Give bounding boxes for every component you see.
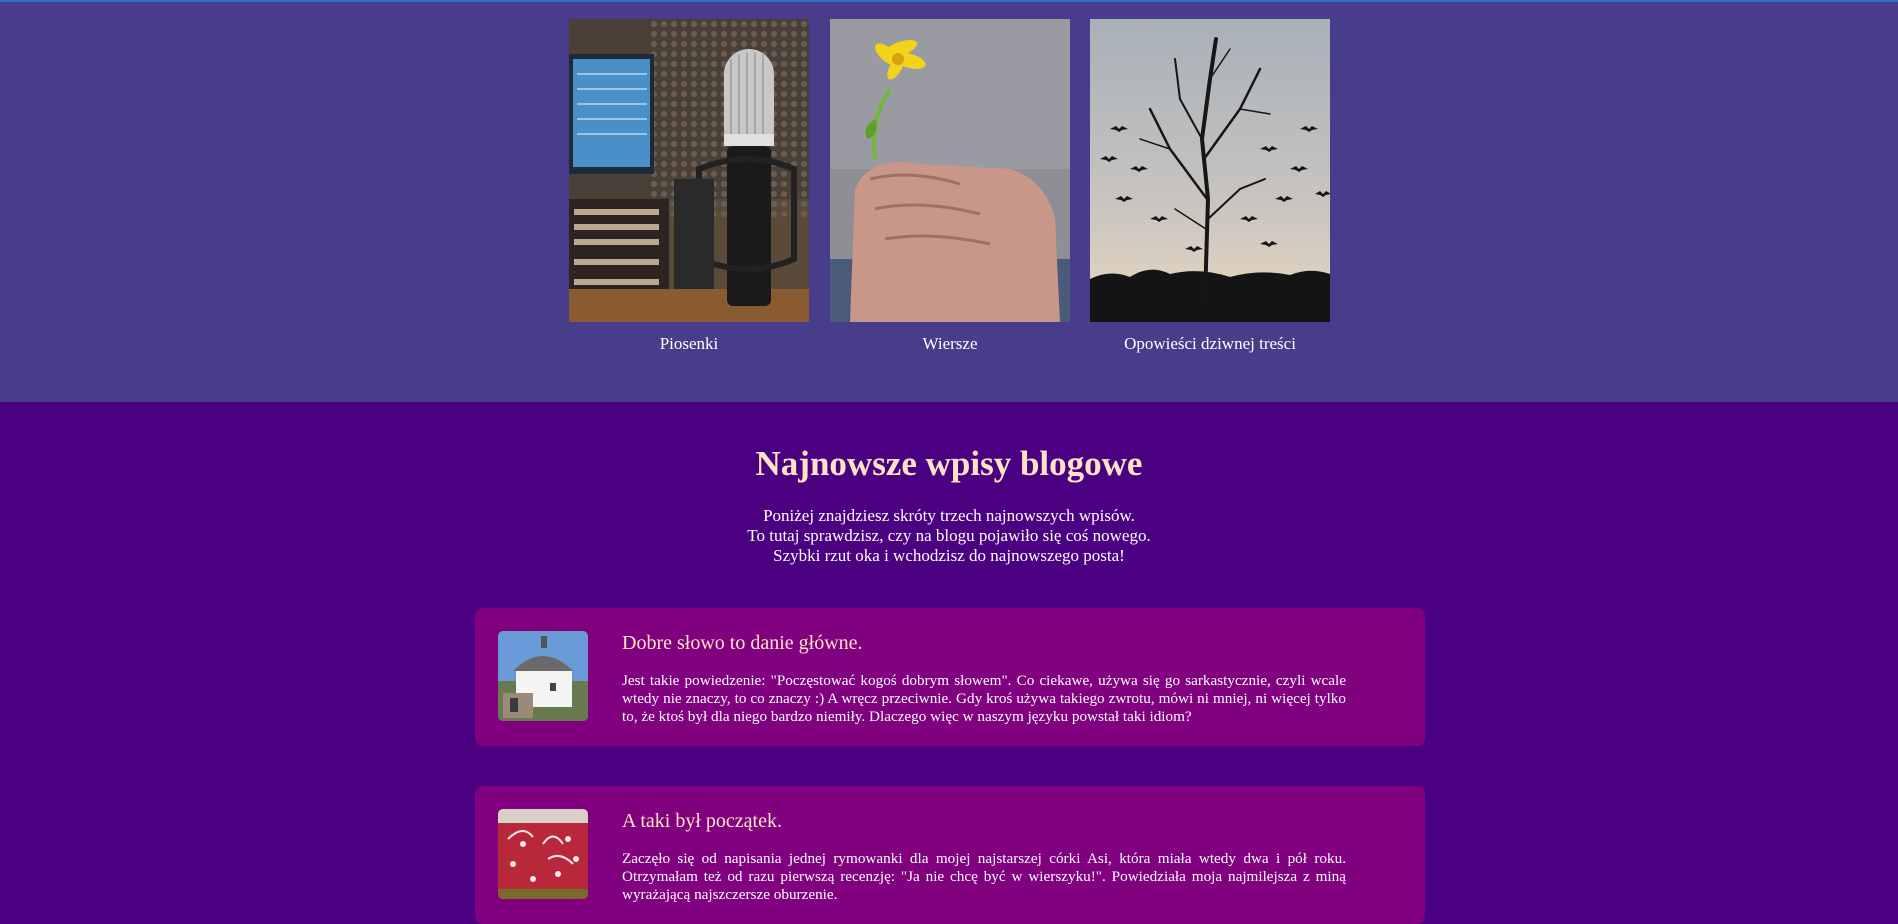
blog-post-card[interactable]: Dobre słowo to danie główne. Jest takie … [475, 608, 1425, 746]
tree-with-birds-photo[interactable] [1090, 19, 1330, 322]
category-card-poems[interactable]: Wiersze [830, 19, 1070, 354]
red-cake-thumbnail[interactable] [498, 809, 588, 899]
hand-holding-flower-photo[interactable] [830, 19, 1070, 322]
category-card-songs[interactable]: Piosenki [569, 19, 809, 354]
round-house-thumbnail[interactable] [498, 631, 588, 721]
category-card-stories[interactable]: Opowieści dziwnej treści [1090, 19, 1330, 354]
category-label[interactable]: Wiersze [830, 334, 1070, 354]
blog-post-card[interactable]: A taki był początek. Zaczęło się od napi… [475, 786, 1425, 924]
blog-intro: Poniżej znajdziesz skróty trzech najnows… [0, 506, 1898, 566]
blog-section-title: Najnowsze wpisy blogowe [755, 444, 1143, 483]
studio-microphone-photo[interactable] [569, 19, 809, 322]
categories-section: Piosenki Wiersze Opowieści dziwnej treśc… [0, 2, 1898, 402]
category-label[interactable]: Piosenki [569, 334, 809, 354]
post-excerpt: Jest takie powiedzenie: "Poczęstować kog… [622, 672, 1346, 725]
post-title[interactable]: A taki był początek. [622, 810, 782, 833]
intro-line: Poniżej znajdziesz skróty trzech najnows… [763, 506, 1135, 525]
intro-line: To tutaj sprawdzisz, czy na blogu pojawi… [747, 526, 1151, 545]
intro-line: Szybki rzut oka i wchodzisz do najnowsze… [773, 546, 1125, 565]
post-title[interactable]: Dobre słowo to danie główne. [622, 632, 863, 655]
post-excerpt: Zaczęło się od napisania jednej rymowank… [622, 850, 1346, 903]
category-label[interactable]: Opowieści dziwnej treści [1090, 334, 1330, 354]
